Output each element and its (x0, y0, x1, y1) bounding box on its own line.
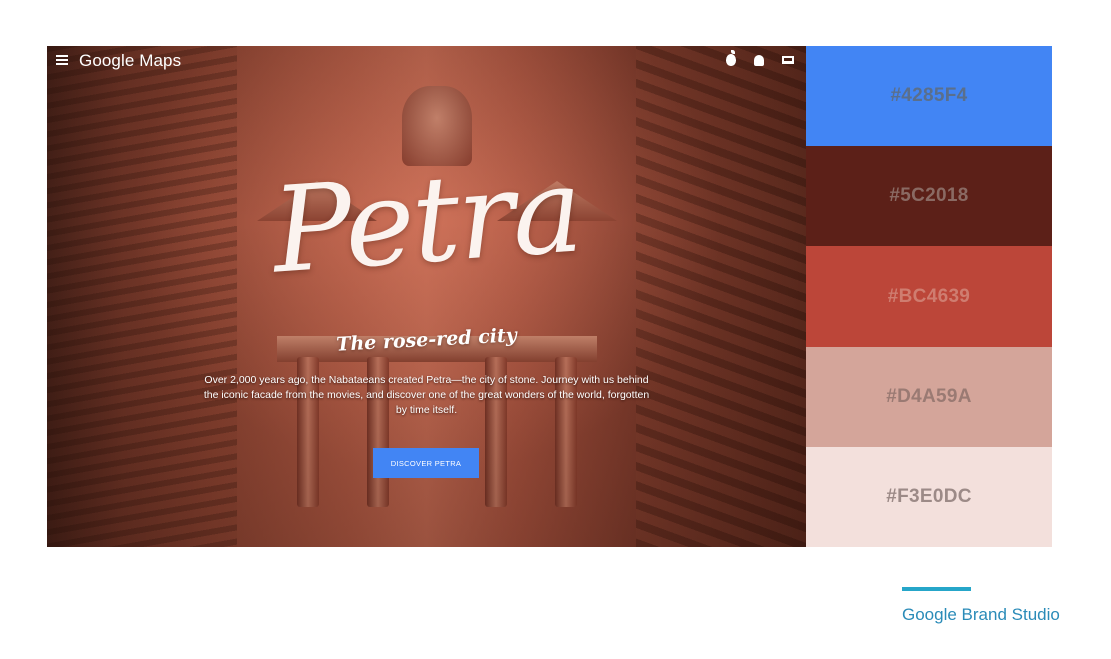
hero-description: Over 2,000 years ago, the Nabataeans cre… (203, 374, 650, 416)
case-study-frame: Google Maps Petra The rose-red city Over… (47, 46, 1052, 548)
apple-icon[interactable] (726, 50, 736, 66)
laptop-icon[interactable] (782, 56, 794, 64)
petra-hero: Google Maps Petra The rose-red city Over… (47, 46, 806, 547)
swatch-dusty-pink: #D4A59A (806, 346, 1052, 447)
swatch-light-pink: #F3E0DC (806, 446, 1052, 548)
color-palette: #4285F4 #5C2018 #BC4639 #D4A59A #F3E0DC (806, 46, 1052, 548)
discover-petra-button[interactable]: DISCOVER PETRA (373, 448, 479, 478)
swatch-hex-label: #BC4639 (887, 285, 971, 307)
android-icon[interactable] (754, 54, 764, 66)
footer-accent-line (902, 587, 971, 591)
swatch-hex-label: #4285F4 (890, 85, 968, 107)
swatch-hex-label: #5C2018 (889, 185, 969, 207)
swatch-blue: #4285F4 (806, 46, 1052, 147)
swatch-hex-label: #D4A59A (886, 385, 972, 407)
footer-credit: Google Brand Studio (902, 605, 1060, 624)
swatch-rose-red: #BC4639 (806, 246, 1052, 347)
google-maps-logo[interactable]: Google Maps (79, 51, 181, 71)
hamburger-menu-icon[interactable] (56, 55, 68, 65)
swatch-hex-label: #F3E0DC (886, 485, 972, 507)
platform-links (726, 50, 794, 66)
top-bar: Google Maps (47, 46, 806, 76)
swatch-dark-brown: #5C2018 (806, 146, 1052, 247)
